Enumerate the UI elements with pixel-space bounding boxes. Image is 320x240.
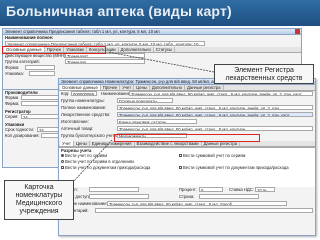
category-group-field[interactable]: Трамадол bbox=[65, 59, 145, 64]
form-field[interactable] bbox=[25, 65, 55, 70]
drug-field[interactable]: Трамексон, р-р для в/в введ. 50 мг/мл, а… bbox=[117, 112, 313, 117]
field-row: Лекарственное средство: Трамексон, р-р д… bbox=[59, 112, 315, 119]
slide-title: Больничная аптека (виды карт) bbox=[6, 3, 232, 19]
field-label: Группа бухгалтерского учета: bbox=[61, 133, 118, 138]
close-icon[interactable] bbox=[295, 29, 300, 34]
option-label: Вести учет по сериям в отделениях bbox=[65, 159, 135, 164]
option-label: Вести учет по сериям bbox=[65, 153, 108, 158]
code-row: Код: 000000068 Наименование: Трамексон, … bbox=[59, 91, 315, 98]
field-label: Группа категорий: bbox=[5, 59, 40, 64]
vat-rate-field[interactable]: 10 % bbox=[255, 187, 275, 192]
bottom-row: Комментарий: bbox=[59, 208, 315, 215]
manufacture-field[interactable]: Банка упаковки: остаток bbox=[117, 119, 197, 124]
option-sum-documents[interactable]: Вести суммовой учет по документам приход… bbox=[179, 165, 289, 170]
dosing-label: Кол дозирования: bbox=[5, 133, 40, 138]
left-label: Фирма: bbox=[5, 101, 20, 106]
register-left-panel: Производители Форма Фирма: Регистратор С… bbox=[2, 90, 64, 168]
field-label: Полное наименование: bbox=[61, 105, 107, 110]
checkbox-icon bbox=[61, 166, 64, 170]
field-label: Наименование: bbox=[101, 91, 132, 96]
title-bar: Больничная аптека (виды карт) bbox=[0, 0, 320, 26]
shelf-life-label: Срок годности: bbox=[5, 127, 34, 132]
base-name-field[interactable]: Трамексон, р-р для в/в введ. 50 мг/мл, а… bbox=[107, 201, 287, 206]
register-window-title: Элемент справочника Предписания табеля: … bbox=[5, 29, 160, 34]
comment-field[interactable] bbox=[95, 208, 313, 213]
radio-icon bbox=[61, 160, 64, 164]
field-row: Полное наименование: Трамексон, р-р для … bbox=[59, 105, 315, 112]
field-label: Форма: bbox=[5, 65, 20, 70]
option-row: Вести учет по документам прихода/расхода… bbox=[59, 165, 315, 171]
option-label: Вести учет по документам прихода/расхода bbox=[65, 165, 151, 170]
bottom-row: Группа доступа: Страна: bbox=[59, 194, 315, 201]
name-field[interactable]: Трамексон, р-р для в/в введ. 50 мг/мл, а… bbox=[129, 91, 313, 96]
producer-firm-field[interactable] bbox=[21, 101, 61, 106]
callout-nomenclature-text: Карточка номенклатуры Медицинского учреж… bbox=[15, 184, 63, 215]
access-group-field[interactable] bbox=[89, 194, 149, 199]
field-label: Изготовление: bbox=[61, 119, 89, 124]
option-label: Вести суммовой учет по документам приход… bbox=[183, 165, 289, 170]
field-label: Процент: bbox=[179, 187, 197, 192]
field-row: Изготовление: Банка упаковки: остаток bbox=[59, 119, 315, 126]
package-field[interactable] bbox=[29, 71, 55, 76]
field-label: Ставка НДС: bbox=[229, 187, 254, 192]
left-label: Форма bbox=[5, 95, 19, 100]
checkbox-icon bbox=[179, 166, 182, 170]
bottom-row: Артикул: Процент: 0 Ставка НДС: 10 % bbox=[59, 187, 315, 194]
callout-nomenclature: Карточка номенклатуры Медицинского учреж… bbox=[4, 180, 74, 220]
option-label: Вести суммовой учет по сериям bbox=[183, 153, 246, 158]
field-label: Аптечный товар: bbox=[61, 126, 94, 131]
field-label: Код: bbox=[61, 91, 70, 96]
callout-register: Элемент Регистра лекарственных средств bbox=[214, 64, 314, 84]
field-label: Лекарственное средство: bbox=[61, 112, 111, 117]
accounting-panel: Разрезы учета Вести учет по сериям Вести… bbox=[59, 147, 315, 187]
bottom-row: Базовое наименование: Трамексон, р-р для… bbox=[59, 201, 315, 208]
highlight-box bbox=[114, 134, 260, 142]
left-row: Фирма: bbox=[3, 101, 63, 107]
field-label: Упаковка: bbox=[5, 71, 24, 76]
full-name-field[interactable]: Трамексон, р-р для в/в введ. 50 мг/мл, а… bbox=[117, 105, 313, 110]
article-field[interactable] bbox=[89, 187, 139, 192]
left-label: Серия: bbox=[5, 114, 19, 119]
producer-form-field[interactable] bbox=[21, 95, 61, 100]
option-sum-series[interactable]: Вести суммовой учет по сериям bbox=[179, 153, 245, 158]
option-series[interactable]: Вести учет по сериям bbox=[61, 153, 107, 158]
nomenclature-window: Элемент справочника Номенклатура: Трамек… bbox=[58, 78, 316, 236]
section-label: Наименование полное: bbox=[5, 35, 54, 40]
checkbox-icon bbox=[179, 154, 182, 158]
slide: Больничная аптека (виды карт) Элемент сп… bbox=[0, 0, 320, 240]
pharmacy-product-field[interactable]: Трамексон, р-р для в/в введ. 50 мг/мл, а… bbox=[117, 126, 313, 131]
left-row: Серия: 24 bbox=[3, 114, 63, 120]
series-field[interactable]: 24 bbox=[21, 114, 61, 119]
field-row: Аптечный товар: Трамексон, р-р для в/в в… bbox=[59, 126, 315, 133]
country-field[interactable] bbox=[199, 194, 259, 199]
option-series-departments[interactable]: Вести учет по сериям в отделениях bbox=[61, 159, 134, 164]
code-field[interactable]: 000000068 bbox=[71, 91, 97, 96]
option-documents[interactable]: Вести учет по документам прихода/расхода bbox=[61, 165, 150, 170]
highlight-box bbox=[2, 46, 106, 54]
radio-icon bbox=[61, 154, 64, 158]
field-label: Группа номенклатуры: bbox=[61, 98, 105, 103]
left-row: Кол дозирования: bbox=[3, 133, 63, 139]
percent-field[interactable]: 0 bbox=[199, 187, 223, 192]
nomenclature-group-field[interactable]: Готовые препараты bbox=[117, 98, 173, 103]
field-label: Страна: bbox=[179, 194, 195, 199]
callout-register-text: Элемент Регистра лекарственных средств bbox=[225, 67, 303, 82]
field-row: Группа номенклатуры: Готовые препараты bbox=[59, 98, 315, 105]
